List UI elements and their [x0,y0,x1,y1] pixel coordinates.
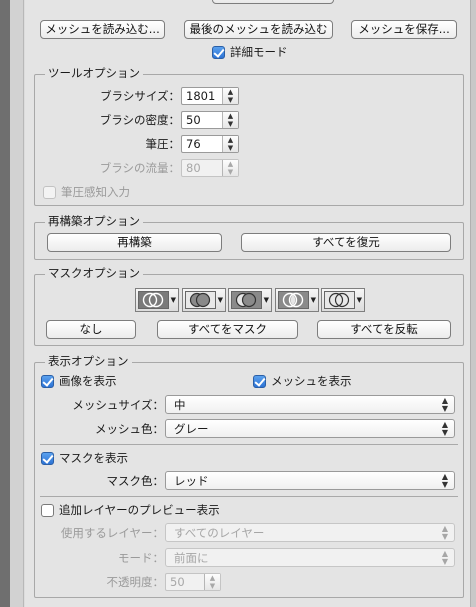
stylus-pressure-label: 筆圧感知入力 [61,185,130,199]
canvas-edge [10,0,24,607]
show-mesh-checkbox[interactable] [253,375,266,388]
mask-color-value: レッド [174,474,209,488]
brush-pressure-field[interactable]: 76 ▲ ▼ [181,135,239,153]
show-image-checkbox[interactable] [41,375,54,388]
mask-invert-icon[interactable]: ▼ [321,288,365,312]
load-mesh-button[interactable]: メッシュを読み込む... [40,20,165,39]
load-last-mesh-button[interactable]: 最後のメッシュを読み込む [184,20,333,39]
show-backdrop-checkbox[interactable] [41,504,54,517]
show-mask-label: マスクを表示 [59,451,128,465]
use-layer-select[interactable]: すべてのレイヤー ▲ ▼ [165,523,455,542]
mask-color-label: マスク色： [106,474,165,488]
mesh-size-value: 中 [174,398,186,412]
opacity-stepper-arrows[interactable]: ▲ ▼ [204,574,220,590]
brush-pressure-stepper-arrows[interactable]: ▲ ▼ [222,136,238,152]
brush-rate-value: 80 [186,161,201,175]
mesh-color-select[interactable]: グレー ▲ ▼ [165,419,455,438]
show-backdrop-label: 追加レイヤーのプレビュー表示 [59,503,220,517]
brush-rate-stepper-arrows[interactable]: ▲ ▼ [222,160,238,176]
mode-value: 前面に [174,551,209,565]
select-arrows-icon: ▲ ▼ [441,396,448,413]
brush-size-stepper-arrows[interactable]: ▲ ▼ [222,88,238,104]
view-options-title: 表示オプション [45,354,132,368]
select-arrows-icon: ▲ ▼ [441,472,448,489]
separator [40,496,458,497]
invert-all-button[interactable]: すべてを反転 [317,320,451,339]
mode-label: モード： [118,551,164,565]
show-mask-checkbox[interactable] [41,452,54,465]
reconstruct-options-title: 再構築オプション [45,214,143,228]
brush-density-value: 50 [186,113,201,127]
mode-select[interactable]: 前面に ▲ ▼ [165,548,455,567]
brush-pressure-value: 76 [186,137,201,151]
show-mesh-label: メッシュを表示 [271,374,352,388]
brush-size-value: 1801 [186,89,216,103]
brush-size-label: ブラシサイズ： [100,89,180,103]
brush-density-stepper-arrows[interactable]: ▲ ▼ [222,112,238,128]
select-arrows-icon: ▲ ▼ [441,524,448,541]
mask-none-button[interactable]: なし [46,320,136,339]
restore-all-button[interactable]: すべてを復元 [241,233,451,252]
mask-add-icon[interactable]: ▼ [182,288,226,312]
brush-size-field[interactable]: 1801 ▲ ▼ [181,87,239,105]
brush-rate-label: ブラシの流量： [99,161,180,175]
advanced-mode-checkbox[interactable] [212,46,225,59]
mask-all-button[interactable]: すべてをマスク [157,320,298,339]
mesh-color-value: グレー [174,422,209,436]
truncated-top-button[interactable] [212,0,334,4]
mask-options-title: マスクオプション [45,266,143,280]
brush-density-field[interactable]: 50 ▲ ▼ [181,111,239,129]
mask-color-select[interactable]: レッド ▲ ▼ [165,471,455,490]
brush-pressure-label: 筆圧： [145,137,181,151]
use-layer-label: 使用するレイヤー： [60,526,164,540]
advanced-mode-label: 詳細モード [230,45,288,59]
opacity-field[interactable]: 50 ▲ ▼ [165,573,221,591]
mesh-color-label: メッシュ色： [95,422,164,436]
mesh-size-select[interactable]: 中 ▲ ▼ [165,395,455,414]
mask-subtract-icon[interactable]: ▼ [228,288,272,312]
use-layer-value: すべてのレイヤー [174,526,265,540]
save-mesh-button[interactable]: メッシュを保存... [351,20,457,39]
show-image-label: 画像を表示 [59,374,117,388]
mesh-size-label: メッシュサイズ： [72,398,164,412]
window-edge [0,0,10,607]
mask-replace-icon[interactable]: ▼ [135,288,179,312]
separator [40,444,458,445]
liquify-options-panel: メッシュを読み込む... 最後のメッシュを読み込む メッシュを保存... 詳細モ… [25,0,470,607]
tool-options-title: ツールオプション [45,66,143,80]
brush-density-label: ブラシの密度： [99,113,180,127]
opacity-label: 不透明度： [106,575,165,589]
brush-rate-field[interactable]: 80 ▲ ▼ [181,159,239,177]
stylus-pressure-checkbox[interactable] [43,186,56,199]
panel-edge [470,0,476,607]
opacity-value: 50 [170,575,185,589]
mask-intersect-icon[interactable]: ▼ [275,288,319,312]
select-arrows-icon: ▲ ▼ [441,420,448,437]
select-arrows-icon: ▲ ▼ [441,549,448,566]
reconstruct-button[interactable]: 再構築 [47,233,222,252]
